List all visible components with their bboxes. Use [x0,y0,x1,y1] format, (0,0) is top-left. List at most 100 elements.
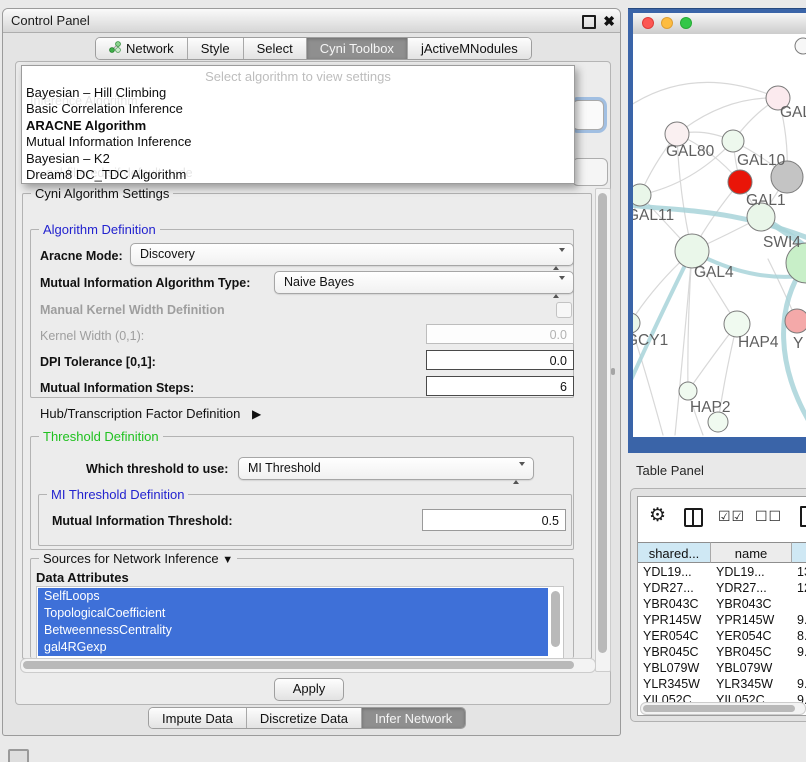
table-hscrollbar[interactable] [640,702,806,715]
table-row[interactable]: YDL19...YDL19...13 [638,564,806,580]
tab-style[interactable]: Style [188,38,244,59]
table-row[interactable]: YBL079WYBL079W [638,660,806,676]
tab-network[interactable]: Network [96,38,188,59]
table-row[interactable]: YPR145WYPR145W9. [638,612,806,628]
attribute-gal4rgexp[interactable]: gal4RGexp [38,639,548,656]
hub-definition-label: Hub/Transcription Factor Definition [40,406,240,421]
stepper-arrows-icon [553,249,565,270]
table-row[interactable]: YLR345WYLR345W9. [638,676,806,692]
tab-infer-network[interactable]: Infer Network [362,708,465,728]
node-top-arc[interactable] [795,38,806,54]
collapse-down-icon[interactable]: ▼ [222,554,233,566]
table-cell: YBR045C [638,644,711,660]
table-row[interactable]: YER054CYER054C8. [638,628,806,644]
table-cell: YDR27... [638,580,711,596]
checked-pair-icon[interactable]: ☑☑ [718,508,745,525]
table-cell: YER054C [638,628,711,644]
tab-discretize-data[interactable]: Discretize Data [247,708,362,728]
node-pink-right[interactable] [785,309,806,333]
minimized-panel-icon[interactable] [8,749,29,762]
algorithm-placeholder: Select algorithm to view settings [22,69,574,84]
node-label-swi4: SWI4 [763,234,801,251]
splitter-handle[interactable] [611,368,615,375]
node-gcy1[interactable] [633,313,640,333]
mi-steps-field[interactable]: 6 [426,376,574,396]
apply-button[interactable]: Apply [274,678,344,701]
manual-kernel-width-checkbox[interactable] [556,302,572,318]
node-gal4[interactable] [675,234,709,268]
table-cell: 13 [792,564,806,580]
column-header-a[interactable]: A [792,542,806,563]
data-attributes-list[interactable]: SelfLoopsTopologicalCoefficientBetweenne… [36,586,564,659]
node-gal-red[interactable] [728,170,752,194]
node-label-gal11: GAL11 [633,207,674,224]
which-threshold-value: MI Threshold [248,461,321,475]
float-window-icon[interactable] [582,15,596,29]
table-cell: YDL19... [711,564,792,580]
aracne-mode-select[interactable]: Discovery [130,243,574,266]
algorithm-option-dream8-dc-tdc-algorithm[interactable]: Dream8 DC_TDC Algorithm [22,167,574,183]
bottom-tab-strip: Impute Data Discretize Data Infer Network [148,707,466,729]
control-panel-titlebar[interactable]: Control Panel ✖ [3,9,620,33]
table-row[interactable]: YDR27...YDR27...12 [638,580,806,596]
tab-label: Network [126,41,174,56]
node-label-gcy1: GCY1 [633,332,668,349]
node-gal11[interactable] [633,184,651,206]
tab-label: Infer Network [375,711,452,726]
tab-jactivemnodules[interactable]: jActiveMNodules [408,38,531,59]
tab-cyni-toolbox[interactable]: Cyni Toolbox [307,38,408,59]
window-minimize-button[interactable] [661,17,673,29]
table-panel-inner: ⚙☑☑☐☐ shared...nameA YDL19...YDL19...13Y… [637,496,806,716]
table-cell: 12 [792,580,806,596]
attribute-selfloops[interactable]: SelfLoops [38,588,548,605]
algorithm-option-aracne-algorithm[interactable]: ARACNE Algorithm [22,118,574,134]
tab-label: Discretize Data [260,711,348,726]
table-cell: YLR345W [711,676,792,692]
tab-impute-data[interactable]: Impute Data [149,708,247,728]
table-panel: ⚙☑☑☐☐ shared...nameA YDL19...YDL19...13Y… [630,488,806,722]
algorithm-option-bayesian-hill-climbing[interactable]: Bayesian – Hill Climbing [22,85,574,101]
unchecked-pair-icon[interactable]: ☐☐ [755,508,782,525]
dpi-tolerance-field[interactable]: 0.0 [426,350,574,370]
mi-threshold-field[interactable]: 0.5 [422,509,566,531]
mi-steps-label: Mutual Information Steps: [40,381,194,395]
cyni-algorithm-settings-title: Cyni Algorithm Settings [31,186,173,201]
close-icon[interactable]: ✖ [603,11,615,31]
attr-list-scrollbar[interactable] [551,591,560,647]
table-cell: 9. [792,676,806,692]
network-combobox-fragment[interactable] [572,158,608,186]
table-cell: YBL079W [638,660,711,676]
settings-hscrollbar[interactable] [20,658,596,673]
window-close-button[interactable] [642,17,654,29]
algorithm-combobox-fragment[interactable] [572,100,604,130]
tab-select[interactable]: Select [244,38,307,59]
document-icon[interactable] [800,506,806,527]
settings-vscrollbar[interactable] [595,188,611,672]
node-gal10[interactable] [722,130,744,152]
algorithm-option-basic-correlation-inference[interactable]: Basic Correlation Inference [22,101,574,117]
node-hap2[interactable] [679,382,697,400]
hub-definition-expander[interactable]: Hub/Transcription Factor Definition ▶ [40,406,261,421]
column-header-name[interactable]: name [711,542,792,563]
algorithm-option-bayesian-k2[interactable]: Bayesian – K2 [22,151,574,167]
algorithm-option-mutual-information-inference[interactable]: Mutual Information Inference [22,134,574,150]
node-label-gal80: GAL80 [666,143,715,160]
algorithm-popup-items: Bayesian – Hill ClimbingBasic Correlatio… [22,85,574,183]
table-row[interactable]: YBR043CYBR043C [638,596,806,612]
table-row[interactable]: YBR045CYBR045C9. [638,644,806,660]
which-threshold-select[interactable]: MI Threshold [238,457,534,480]
network-window-titlebar[interactable] [633,13,806,35]
manual-kernel-width-label: Manual Kernel Width Definition [40,303,225,317]
network-canvas[interactable]: GAL8GAL80GAL10GAL1GAL11SWI4GAL4HAP4YGCY1… [633,34,806,437]
split-view-icon[interactable] [684,508,703,527]
mi-algorithm-type-select[interactable]: Naive Bayes [274,271,574,294]
gear-icon[interactable]: ⚙ [649,506,666,526]
table-cell [792,596,806,612]
table-cell: YER054C [711,628,792,644]
attribute-topologicalcoefficient[interactable]: TopologicalCoefficient [38,605,548,622]
attribute-betweennesscentrality[interactable]: BetweennessCentrality [38,622,548,639]
mi-threshold-label: Mutual Information Threshold: [52,514,233,528]
column-header-shared-[interactable]: shared... [638,542,711,563]
kernel-width-field[interactable]: 0.0 [426,324,574,344]
window-zoom-button[interactable] [680,17,692,29]
